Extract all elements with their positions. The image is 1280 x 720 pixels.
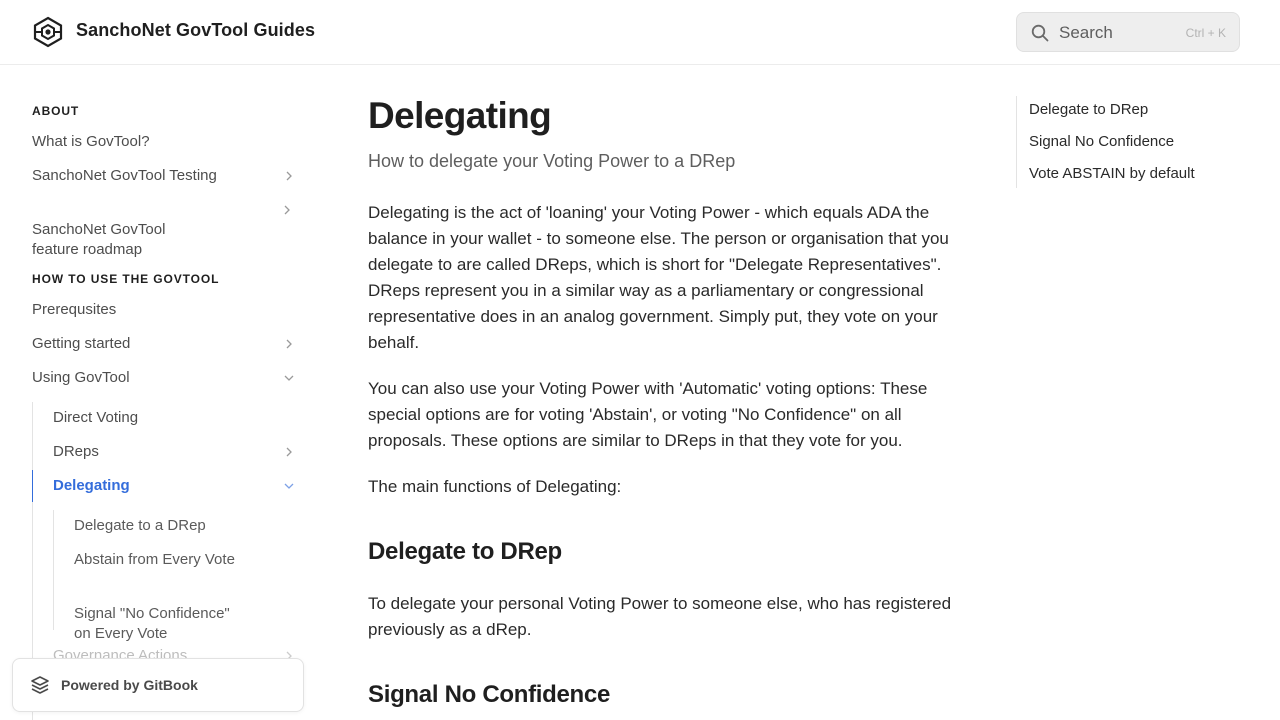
- sidebar-item-label: What is GovTool?: [32, 133, 150, 150]
- sidebar-item-delegating[interactable]: Delegating: [53, 476, 304, 496]
- sidebar-item-getting-started[interactable]: Getting started: [32, 334, 304, 354]
- toc-item-delegate-to-drep[interactable]: Delegate to DRep: [1029, 101, 1148, 118]
- sidebar-item-direct-voting[interactable]: Direct Voting: [53, 408, 304, 428]
- section-heading-how-to: HOW TO USE THE GOVTOOL: [32, 272, 220, 286]
- paragraph-intro: Delegating is the act of 'loaning' your …: [368, 203, 949, 352]
- sidebar-item-label: DReps: [53, 443, 99, 460]
- table-of-contents: Delegate to DRep Signal No Confidence Vo…: [1016, 96, 1256, 188]
- chevron-down-icon[interactable]: [284, 373, 294, 383]
- chevron-right-icon[interactable]: [284, 339, 294, 349]
- sidebar-item-dreps[interactable]: DReps: [53, 442, 304, 462]
- search-button[interactable]: Search Ctrl + K: [1016, 12, 1240, 52]
- sidebar-item-label: Getting started: [32, 335, 131, 352]
- sidebar-item-label: Using GovTool: [32, 369, 130, 386]
- paragraph-delegate-to-drep: To delegate your personal Voting Power t…: [368, 594, 952, 639]
- top-header: SanchoNet GovTool Guides Search Ctrl + K: [0, 0, 1280, 65]
- section-heading-about: ABOUT: [32, 104, 80, 118]
- sidebar-item-label: Direct Voting: [53, 409, 139, 426]
- active-indicator: [32, 470, 33, 502]
- toc-item-signal-no-confidence[interactable]: Signal No Confidence: [1029, 133, 1174, 150]
- sidebar-item-label: SanchoNet GovTool feature roadmap: [32, 221, 166, 258]
- paragraph-main-functions: The main functions of Delegating:: [368, 477, 622, 496]
- tree-line: [53, 510, 54, 630]
- sidebar-item-no-confidence[interactable]: Signal "No Confidence" on Every Vote: [74, 584, 304, 644]
- chevron-right-icon[interactable]: [282, 205, 292, 215]
- sidebar-item-label: Delegating: [53, 477, 130, 494]
- sidebar-item-delegate-to-drep[interactable]: Delegate to a DRep: [74, 516, 304, 536]
- logo-icon[interactable]: [31, 16, 65, 48]
- toc-item-vote-abstain[interactable]: Vote ABSTAIN by default: [1029, 165, 1195, 182]
- chevron-right-icon[interactable]: [284, 447, 294, 457]
- site-title[interactable]: SanchoNet GovTool Guides: [76, 20, 315, 41]
- heading-signal-no-confidence[interactable]: Signal No Confidence: [368, 681, 610, 709]
- sidebar-item-feature-roadmap[interactable]: SanchoNet GovTool feature roadmap: [32, 200, 232, 260]
- powered-by-gitbook-link[interactable]: Powered by GitBook: [12, 658, 304, 712]
- sidebar-item-label: SanchoNet GovTool Testing: [32, 167, 217, 184]
- sidebar-item-label: Prerequsites: [32, 301, 117, 318]
- sidebar-item-abstain[interactable]: Abstain from Every Vote: [74, 550, 304, 570]
- heading-delegate-to-drep[interactable]: Delegate to DRep: [368, 538, 562, 566]
- gitbook-label: Powered by GitBook: [61, 677, 198, 693]
- page-subtitle: How to delegate your Voting Power to a D…: [368, 151, 736, 171]
- search-shortcut: Ctrl + K: [1185, 26, 1226, 40]
- sidebar-item-govtool-testing[interactable]: SanchoNet GovTool Testing: [32, 166, 304, 186]
- paragraph-automatic-options: You can also use your Voting Power with …: [368, 379, 928, 450]
- sidebar-item-what-is-govtool[interactable]: What is GovTool?: [32, 132, 304, 152]
- sidebar-item-label: Abstain from Every Vote: [74, 551, 235, 568]
- sidebar-item-using-govtool[interactable]: Using GovTool: [32, 368, 304, 388]
- main-content: Delegating How to delegate your Voting P…: [368, 65, 978, 720]
- chevron-down-icon[interactable]: [284, 481, 294, 491]
- chevron-right-icon[interactable]: [284, 171, 294, 181]
- page-title: Delegating: [368, 95, 552, 136]
- sidebar-item-label: Delegate to a DRep: [74, 517, 206, 534]
- sidebar-item-label: Signal "No Confidence" on Every Vote: [74, 605, 230, 642]
- search-icon: [1031, 24, 1049, 42]
- search-label: Search: [1059, 23, 1113, 42]
- sidebar-nav: ABOUT What is GovTool? SanchoNet GovTool…: [0, 65, 320, 720]
- gitbook-icon: [31, 676, 49, 694]
- sidebar-item-prerequisites[interactable]: Prerequsites: [32, 300, 304, 320]
